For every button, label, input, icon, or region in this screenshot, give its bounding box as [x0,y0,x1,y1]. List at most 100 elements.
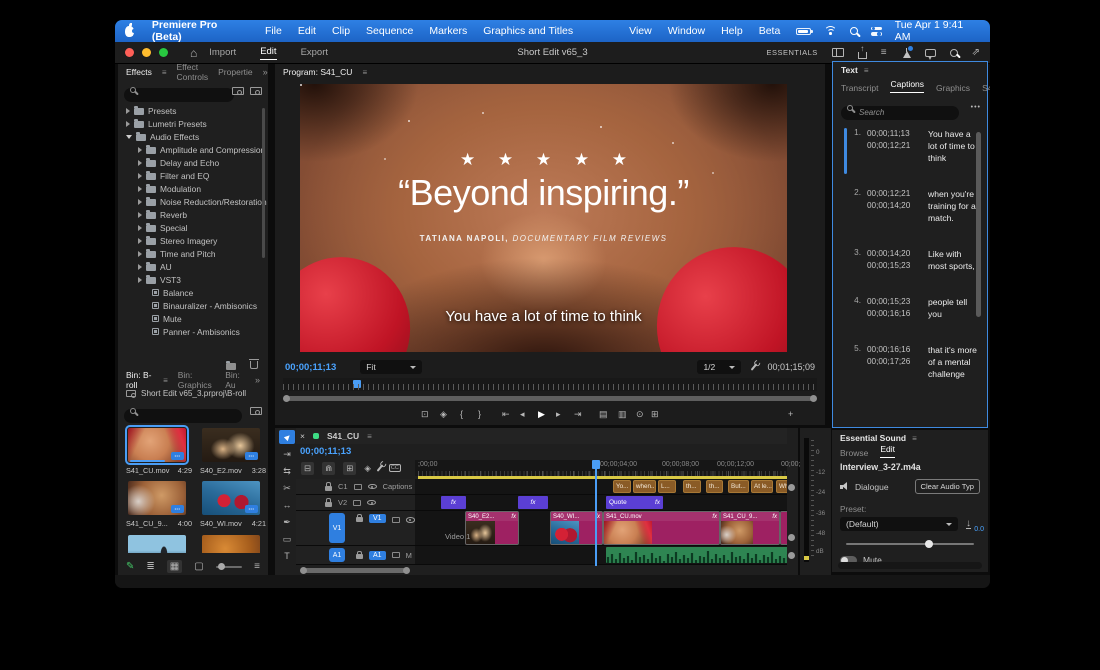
source-patch-v1[interactable]: V1 [329,513,345,543]
nav-edit[interactable]: Edit [260,46,276,60]
minimize-window-button[interactable] [142,48,151,57]
caption-clip[interactable]: At le... [751,480,773,493]
track-badge-icon[interactable] [354,484,362,490]
close-tab-icon[interactable]: × [300,431,305,441]
source-patch-a1[interactable]: A1 [329,548,345,562]
tab-captions[interactable]: Captions [890,79,924,93]
track-visibility-icon[interactable] [406,517,415,523]
chevron-right-icon[interactable] [138,238,142,244]
sort-icon[interactable]: ≡ [254,561,260,572]
caption-text[interactable]: You have a lot of time to think [928,128,977,164]
track-scroll-dot[interactable] [788,534,795,541]
mute-track-button[interactable]: M [406,551,412,560]
track-badge-icon[interactable] [392,552,400,558]
lock-icon[interactable] [356,554,363,559]
panel-menu-icon[interactable]: ≡ [162,68,167,77]
spotlight-icon[interactable] [850,27,858,35]
scroll-knob-right[interactable] [403,567,410,574]
go-to-out-icon[interactable]: ⇥ [574,409,582,420]
ingest-settings-icon[interactable] [250,407,262,415]
delete-icon[interactable] [250,361,258,369]
v2-lane[interactable]: fx fx Quotefx [415,495,787,510]
preset-dropdown[interactable]: (Default) [840,517,958,531]
caption-text[interactable]: people tell you [928,296,977,320]
play-button[interactable]: ▶ [538,409,545,420]
rectangle-tool[interactable]: ▭ [279,532,295,546]
chevron-right-icon[interactable] [138,173,142,179]
bin-search[interactable] [124,405,242,423]
home-icon[interactable]: ⌂ [190,46,197,60]
captions-lane[interactable]: Yo... when... L... th... th... But... At… [415,479,787,494]
nav-export[interactable]: Export [301,47,328,58]
chevron-right-icon[interactable] [138,212,142,218]
tree-item[interactable]: Lumetri Presets [118,117,268,130]
chevron-right-icon[interactable] [138,277,142,283]
chevron-right-icon[interactable] [126,121,130,127]
menu-clip[interactable]: Clip [332,25,350,37]
tab-effect-controls[interactable]: Effect Controls [177,62,209,82]
tree-item[interactable]: Stereo Imagery [118,234,268,247]
audio-meter-bar[interactable] [804,438,809,562]
app-menu[interactable]: Premiere Pro (Beta) [152,20,249,43]
panel-bottom-scrollbar[interactable] [838,562,982,569]
new-custom-bin-icon[interactable] [226,363,236,370]
button-editor-icon[interactable]: + [788,409,793,419]
workspace-label[interactable]: ESSENTIALS [766,48,817,57]
tree-item-effect[interactable]: Balance [118,286,268,299]
menu-view[interactable]: View [629,25,652,37]
chevron-down-icon[interactable] [126,135,132,139]
timeline-ruler[interactable]: ;00;00 00;00;04;00 00;00;08;00 00;00;12;… [415,460,787,476]
graphic-clip[interactable]: fx [518,496,548,509]
settings-wrench-icon[interactable] [751,363,758,370]
monitor-timebar[interactable] [283,378,817,391]
sequence-tab[interactable]: × S41_CU ≡ [296,428,787,444]
bin-path[interactable]: Short Edit v65_3.prproj\B-roll [141,389,246,398]
caption-clip[interactable]: Wh... [776,480,787,493]
caption-timecodes[interactable]: 00;00;16;1600;00;17;26 [867,344,922,380]
mark-out-icon[interactable]: } [478,409,481,419]
chevron-right-icon[interactable] [138,264,142,270]
level-slider[interactable] [846,543,974,545]
caption-clip[interactable]: But... [728,480,749,493]
caption-row[interactable]: 4. 00;00;15;2300;00;16;16 people tell yo… [841,296,977,320]
clip-thumbnail[interactable]: ••• [128,428,186,462]
clip-name[interactable]: S40_E2.mov [200,466,242,475]
slip-tool[interactable]: ↔ [279,498,295,512]
tab-bin-graphics[interactable]: Bin: Graphics [178,370,215,390]
captions-search[interactable] [841,102,959,120]
share-icon[interactable] [858,52,867,59]
tree-item[interactable]: VST3 [118,273,268,286]
effects-search[interactable] [124,84,234,102]
lift-icon[interactable]: ▤ [599,409,608,420]
ripple-edit-tool[interactable]: ⇆ [279,464,295,478]
monitor-scrollbar[interactable] [283,395,817,402]
caption-timecodes[interactable]: 00;00;15;2300;00;16;16 [867,296,922,320]
tab-graphics[interactable]: Graphics [936,83,970,93]
chevron-right-icon[interactable] [138,251,142,257]
step-back-icon[interactable]: ◂ [520,409,525,420]
video-clip[interactable]: S40_E2...fx [466,512,518,544]
track-select-tool[interactable]: ⇥ [279,447,295,461]
mark-in-icon[interactable]: { [460,409,463,419]
video-clip[interactable]: S41_CU_9...fx [721,512,779,544]
tree-item[interactable]: Noise Reduction/Restoration [118,195,268,208]
scroll-knob-left[interactable] [300,567,307,574]
caption-row[interactable]: 3. 00;00;14;2000;00;15;23 Like with most… [841,248,977,272]
search-icon[interactable] [950,49,958,57]
graphic-clip-quote[interactable]: Quotefx [606,496,663,509]
tree-item-effect[interactable]: Panner - Ambisonics [118,325,268,338]
panel-overflow-icon[interactable]: » [263,67,268,77]
edit-pencil-icon[interactable]: ✎ [126,561,134,572]
clip-thumbnail[interactable]: ••• [202,428,260,462]
audio-type-label[interactable]: Dialogue [855,482,889,492]
tree-item[interactable]: Filter and EQ [118,169,268,182]
panel-menu-icon[interactable]: ≡ [163,376,168,385]
panel-menu-icon[interactable]: ≡ [864,66,869,75]
captions-search-input[interactable] [841,106,959,120]
menu-markers[interactable]: Markers [429,25,467,37]
battery-icon[interactable] [796,28,811,35]
gain-value[interactable]: 0.0 [974,526,984,533]
caption-timecodes[interactable]: 00;00;14;2000;00;15;23 [867,248,922,272]
graphic-clip[interactable]: fx [441,496,466,509]
lock-icon[interactable] [325,502,332,507]
